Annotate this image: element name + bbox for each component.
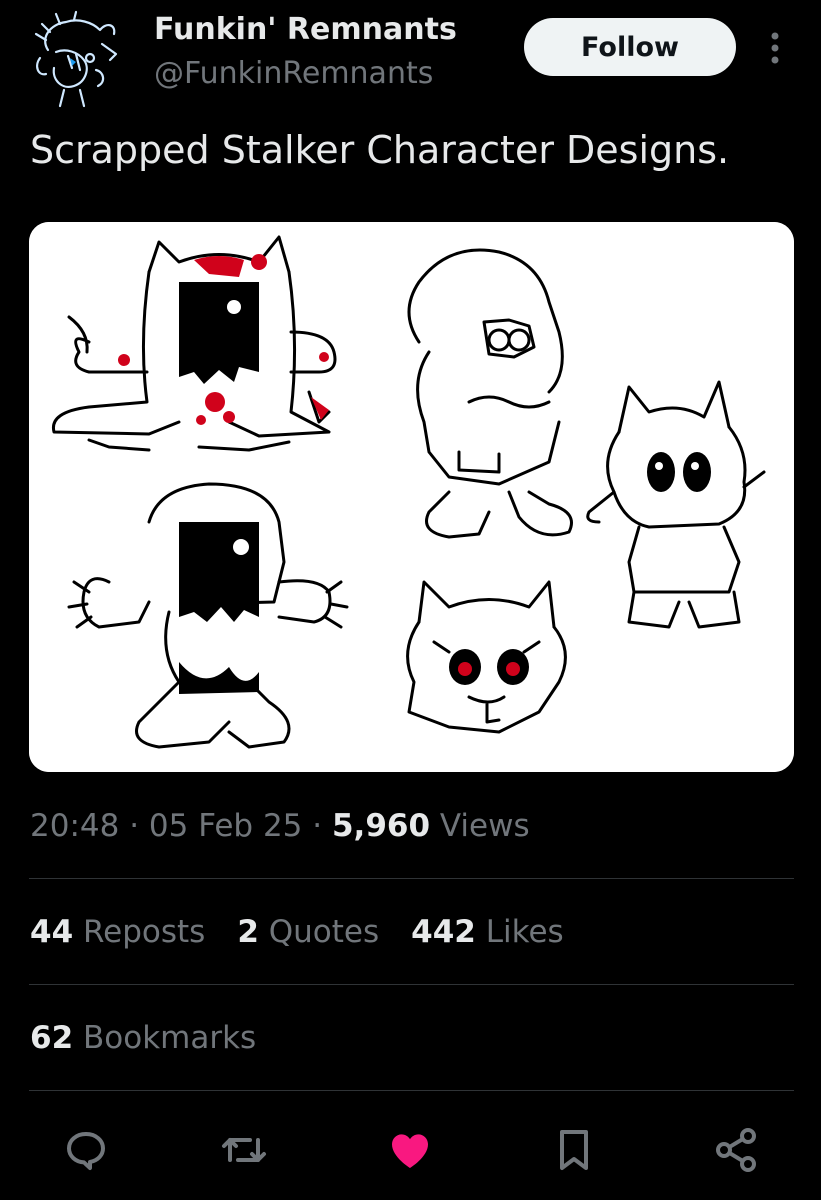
author-name[interactable]: Funkin' Remnants bbox=[154, 12, 457, 47]
divider bbox=[29, 1090, 794, 1091]
more-vertical-icon bbox=[771, 32, 779, 64]
repost-button[interactable] bbox=[216, 1118, 272, 1182]
bookmark-button[interactable] bbox=[546, 1118, 602, 1182]
bookmarks-label: Bookmarks bbox=[73, 1020, 257, 1056]
likes-stat[interactable]: 442 Likes bbox=[411, 914, 564, 950]
reposts-count: 44 bbox=[30, 914, 74, 950]
likes-count: 442 bbox=[411, 914, 476, 950]
tweet-media-image[interactable] bbox=[29, 222, 794, 772]
reposts-stat[interactable]: 44 Reposts bbox=[30, 914, 205, 950]
tweet-text: Scrapped Stalker Character Designs. bbox=[30, 128, 730, 172]
tweet-time[interactable]: 20:48 bbox=[30, 808, 119, 844]
sketch-character-avatar bbox=[34, 10, 118, 108]
author-avatar[interactable] bbox=[26, 10, 126, 110]
author-handle[interactable]: @FunkinRemnants bbox=[154, 56, 433, 91]
engagement-stats: 44 Reposts 2 Quotes 442 Likes bbox=[30, 914, 564, 950]
more-options-button[interactable] bbox=[760, 28, 790, 68]
repost-icon bbox=[222, 1138, 266, 1162]
tweet-header: Funkin' Remnants @FunkinRemnants Follow bbox=[0, 0, 821, 110]
likes-label: Likes bbox=[475, 914, 564, 950]
follow-button[interactable]: Follow bbox=[524, 18, 736, 76]
meta-separator: · bbox=[119, 808, 149, 844]
reposts-label: Reposts bbox=[73, 914, 206, 950]
views-label: Views bbox=[430, 808, 530, 844]
divider bbox=[29, 878, 794, 879]
character-sketches-image bbox=[29, 222, 794, 772]
like-icon bbox=[392, 1134, 428, 1168]
share-button[interactable] bbox=[708, 1118, 764, 1182]
action-bar bbox=[0, 1118, 821, 1182]
share-icon bbox=[716, 1128, 756, 1172]
divider bbox=[29, 984, 794, 985]
quotes-count: 2 bbox=[237, 914, 259, 950]
tweet-date[interactable]: 05 Feb 25 bbox=[149, 808, 303, 844]
reply-button[interactable] bbox=[58, 1118, 114, 1182]
bookmarks-stat[interactable]: 62 Bookmarks bbox=[30, 1020, 256, 1056]
bookmarks-count: 62 bbox=[30, 1020, 74, 1056]
like-button[interactable] bbox=[382, 1118, 438, 1182]
bookmark-icon bbox=[560, 1130, 588, 1170]
tweet-meta: 20:48 · 05 Feb 25 · 5,960 Views bbox=[30, 808, 530, 844]
reply-icon bbox=[67, 1132, 105, 1170]
meta-separator: · bbox=[302, 808, 332, 844]
quotes-stat[interactable]: 2 Quotes bbox=[237, 914, 379, 950]
quotes-label: Quotes bbox=[258, 914, 380, 950]
views-count: 5,960 bbox=[331, 808, 431, 844]
